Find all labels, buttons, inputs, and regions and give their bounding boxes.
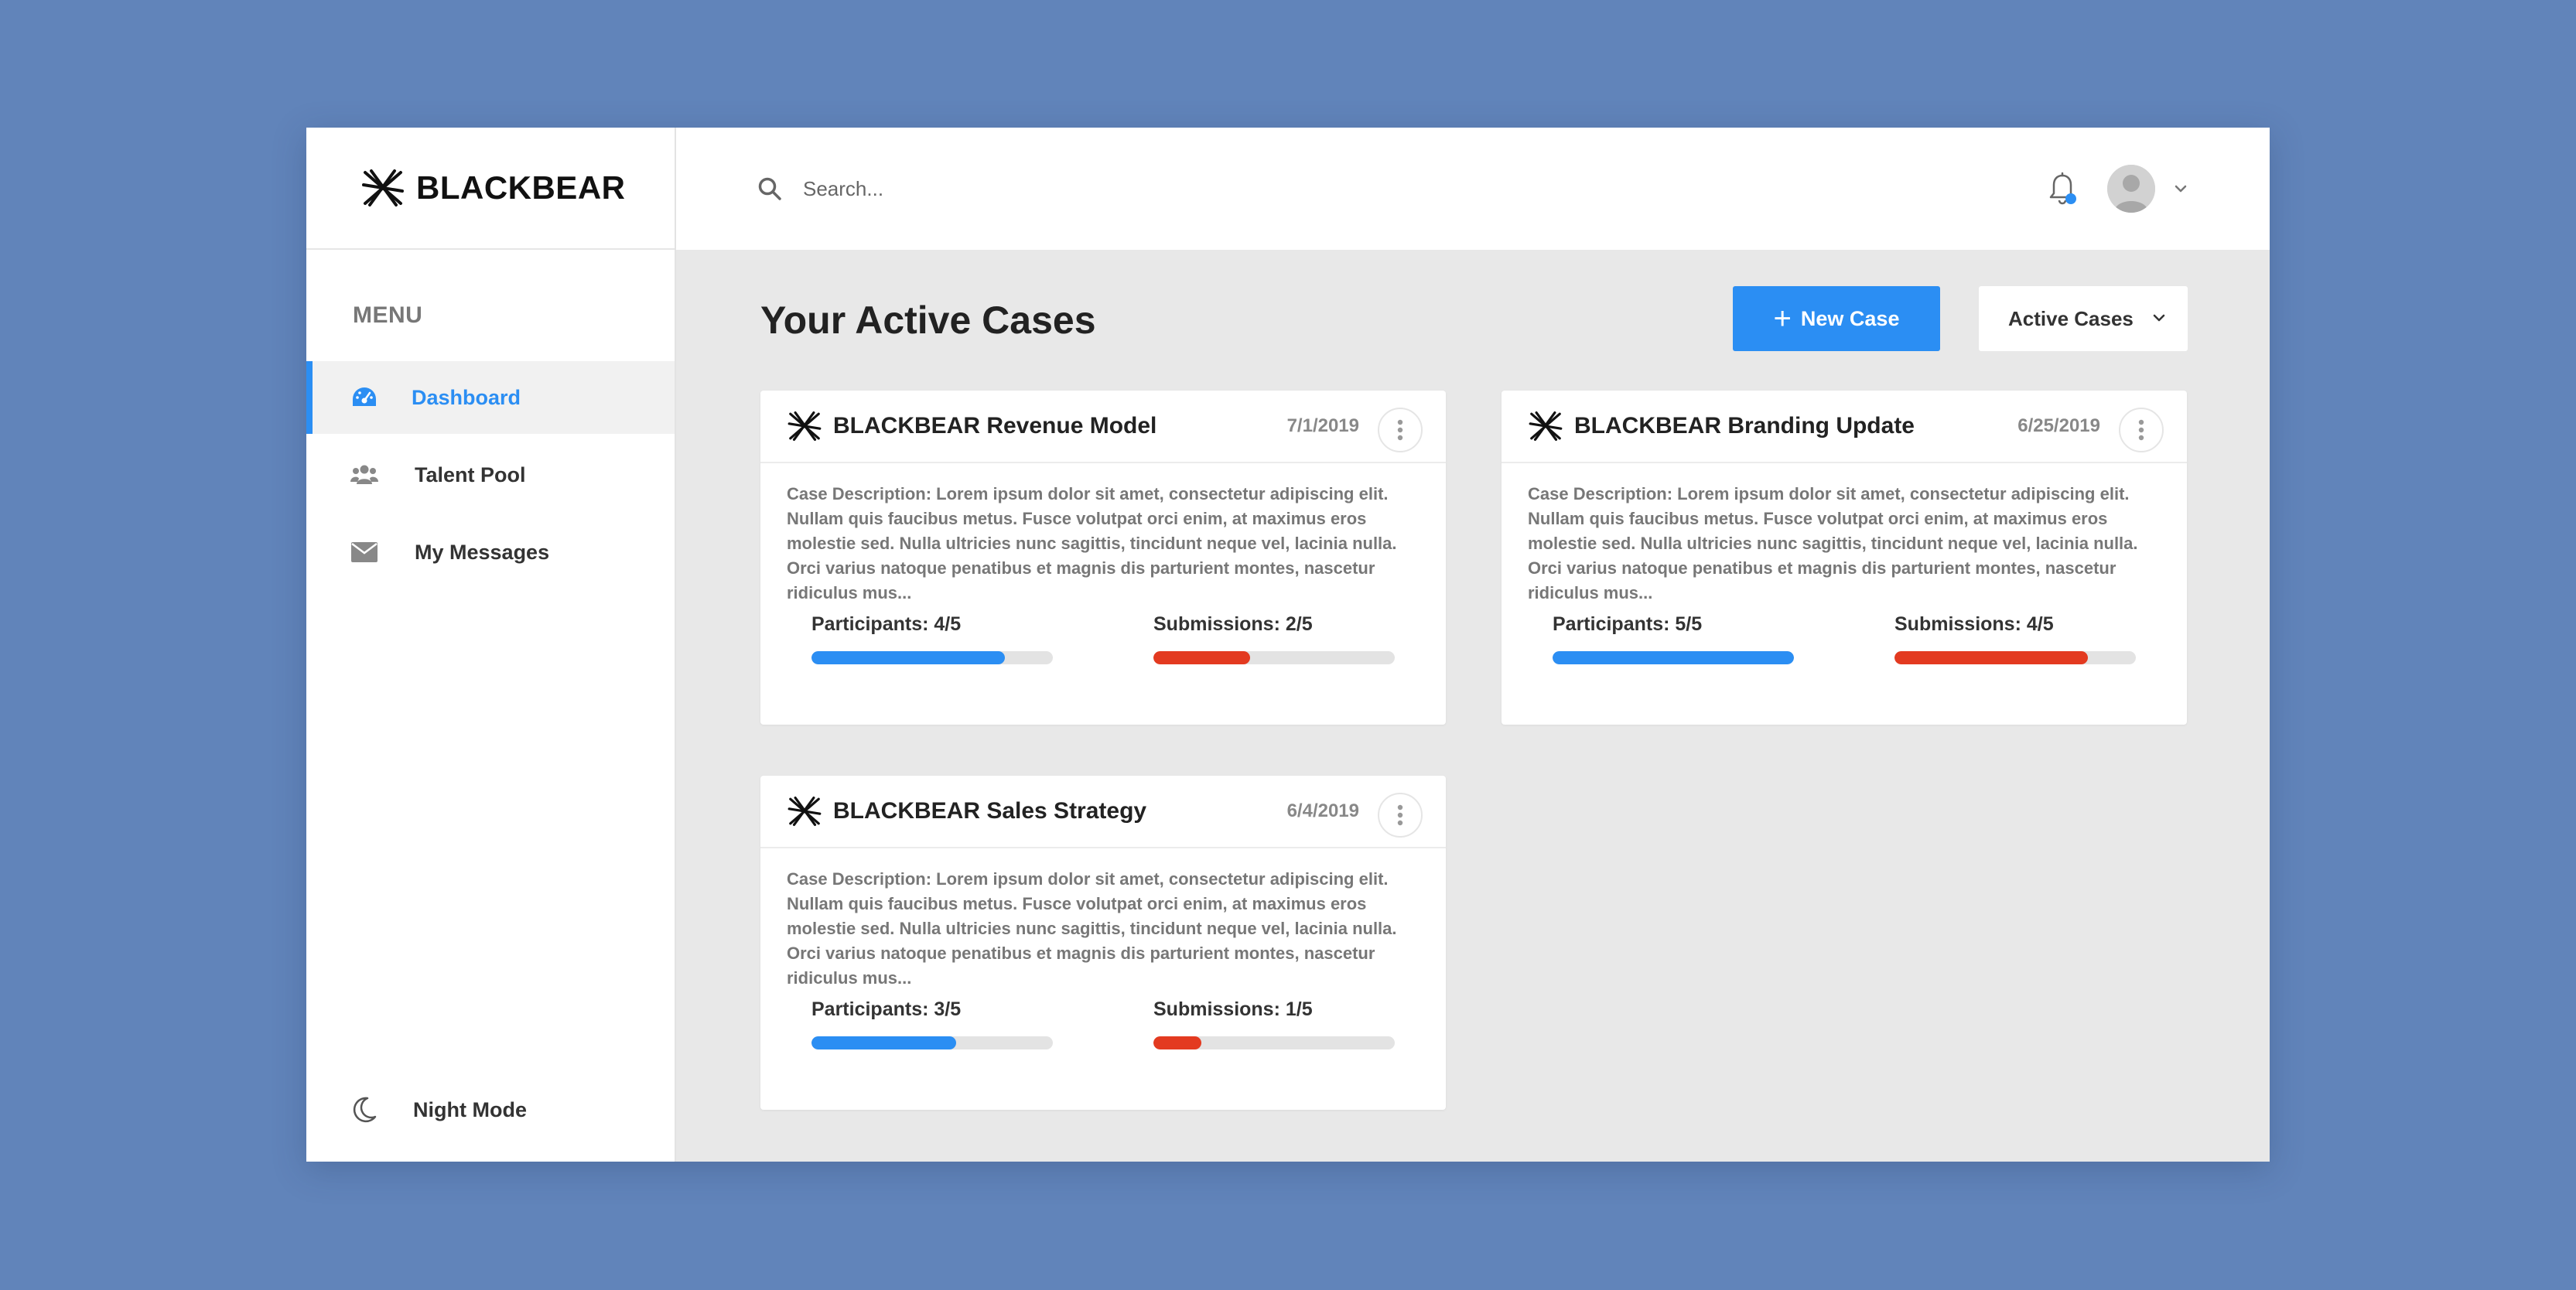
case-date: 7/1/2019 xyxy=(1286,415,1359,436)
search-input[interactable] xyxy=(803,176,1267,201)
submissions-progress-fill xyxy=(1894,651,2088,664)
case-menu-button[interactable] xyxy=(2119,408,2164,452)
case-description: Case Description: Lorem ipsum dolor sit … xyxy=(1528,484,2138,602)
submissions-label: Submissions: 1/5 xyxy=(1153,998,1313,1020)
avatar[interactable] xyxy=(2107,165,2155,213)
new-case-label: New Case xyxy=(1800,306,1900,330)
case-stats: Participants: 3/5 Submissions: 1/5 xyxy=(760,998,1446,1049)
brand-name: BLACKBEAR xyxy=(416,169,626,206)
submissions-label: Submissions: 4/5 xyxy=(1894,613,2054,635)
case-description: Case Description: Lorem ipsum dolor sit … xyxy=(787,869,1397,988)
notification-badge xyxy=(2065,193,2076,204)
top-bar xyxy=(676,128,2270,250)
submissions-progress-fill xyxy=(1153,651,1250,664)
case-card[interactable]: BLACKBEAR Revenue Model 7/1/2019 Case De… xyxy=(760,391,1446,725)
chevron-down-icon[interactable] xyxy=(2172,180,2189,197)
user-avatar-icon xyxy=(2107,165,2155,213)
case-title[interactable]: BLACKBEAR Sales Strategy xyxy=(833,798,1146,824)
page-title: Your Active Cases xyxy=(760,299,1096,342)
main-content: Your Active Cases + New Case Active Case… xyxy=(676,250,2270,1162)
submissions-progress-fill xyxy=(1153,1036,1202,1049)
case-stats: Participants: 5/5 Submissions: 4/5 xyxy=(1502,613,2187,664)
case-date: 6/4/2019 xyxy=(1286,800,1359,821)
case-card[interactable]: BLACKBEAR Sales Strategy 6/4/2019 Case D… xyxy=(760,776,1446,1110)
case-card-header: BLACKBEAR Branding Update 6/25/2019 xyxy=(1502,391,2187,463)
users-icon xyxy=(350,460,379,490)
search-icon[interactable] xyxy=(757,176,783,202)
plus-icon: + xyxy=(1773,302,1792,336)
case-date: 6/25/2019 xyxy=(2017,415,2100,436)
sidebar-item-label: Dashboard xyxy=(412,385,521,409)
case-card-header: BLACKBEAR Revenue Model 7/1/2019 xyxy=(760,391,1446,463)
case-filter-select[interactable]: Active Cases xyxy=(1979,286,2188,351)
dashboard-icon xyxy=(350,383,379,412)
blackbear-logo-icon xyxy=(787,796,822,827)
night-mode-label: Night Mode xyxy=(413,1097,527,1121)
menu-title: MENU xyxy=(353,302,423,328)
case-menu-button[interactable] xyxy=(1378,408,1423,452)
sidebar-item-label: Talent Pool xyxy=(415,462,526,486)
new-case-button[interactable]: + New Case xyxy=(1733,286,1940,351)
case-title[interactable]: BLACKBEAR Revenue Model xyxy=(833,413,1156,439)
submissions-progress-bar xyxy=(1894,651,2136,664)
sidebar-item-dashboard[interactable]: Dashboard xyxy=(306,361,675,434)
submissions-label: Submissions: 2/5 xyxy=(1153,613,1313,635)
submissions-progress-bar xyxy=(1153,1036,1395,1049)
participants-stat: Participants: 3/5 xyxy=(811,998,1053,1049)
case-title[interactable]: BLACKBEAR Branding Update xyxy=(1574,413,1915,439)
participants-label: Participants: 3/5 xyxy=(811,998,962,1020)
participants-label: Participants: 4/5 xyxy=(811,613,962,635)
case-description: Case Description: Lorem ipsum dolor sit … xyxy=(787,484,1397,602)
participants-progress-bar xyxy=(811,1036,1053,1049)
envelope-icon xyxy=(350,538,379,567)
participants-label: Participants: 5/5 xyxy=(1553,613,1703,635)
sidebar-item-my-messages[interactable]: My Messages xyxy=(306,516,675,589)
participants-stat: Participants: 5/5 xyxy=(1553,613,1794,664)
blackbear-logo-icon xyxy=(1529,411,1563,442)
notifications-button[interactable] xyxy=(2047,172,2078,206)
more-vertical-icon xyxy=(1397,804,1403,826)
case-card[interactable]: BLACKBEAR Branding Update 6/25/2019 Case… xyxy=(1502,391,2187,725)
case-filter-value: Active Cases xyxy=(2008,306,2134,330)
blackbear-logo-icon xyxy=(787,411,822,442)
blackbear-logo-icon xyxy=(362,169,404,206)
participants-progress-bar xyxy=(1553,651,1794,664)
app-window: BLACKBEAR MENU Dashboard Talent Pool My … xyxy=(306,128,2270,1162)
sidebar-nav: Dashboard Talent Pool My Messages xyxy=(306,361,675,589)
participants-progress-fill xyxy=(811,1036,957,1049)
participants-stat: Participants: 4/5 xyxy=(811,613,1053,664)
case-stats: Participants: 4/5 Submissions: 2/5 xyxy=(760,613,1446,664)
submissions-progress-bar xyxy=(1153,651,1395,664)
sidebar: BLACKBEAR MENU Dashboard Talent Pool My … xyxy=(306,128,676,1162)
submissions-stat: Submissions: 4/5 xyxy=(1894,613,2136,664)
case-menu-button[interactable] xyxy=(1378,793,1423,838)
more-vertical-icon xyxy=(1397,419,1403,441)
participants-progress-fill xyxy=(811,651,1005,664)
chevron-down-icon xyxy=(2153,314,2165,322)
brand[interactable]: BLACKBEAR xyxy=(306,128,675,250)
submissions-stat: Submissions: 1/5 xyxy=(1153,998,1395,1049)
more-vertical-icon xyxy=(2138,419,2144,441)
sidebar-item-talent-pool[interactable]: Talent Pool xyxy=(306,439,675,511)
sidebar-item-label: My Messages xyxy=(415,540,550,564)
participants-progress-fill xyxy=(1553,651,1794,664)
night-mode-toggle[interactable]: Night Mode xyxy=(350,1095,527,1124)
submissions-stat: Submissions: 2/5 xyxy=(1153,613,1395,664)
case-card-header: BLACKBEAR Sales Strategy 6/4/2019 xyxy=(760,776,1446,848)
header-actions xyxy=(2047,128,2189,250)
moon-icon xyxy=(350,1095,379,1124)
participants-progress-bar xyxy=(811,651,1053,664)
